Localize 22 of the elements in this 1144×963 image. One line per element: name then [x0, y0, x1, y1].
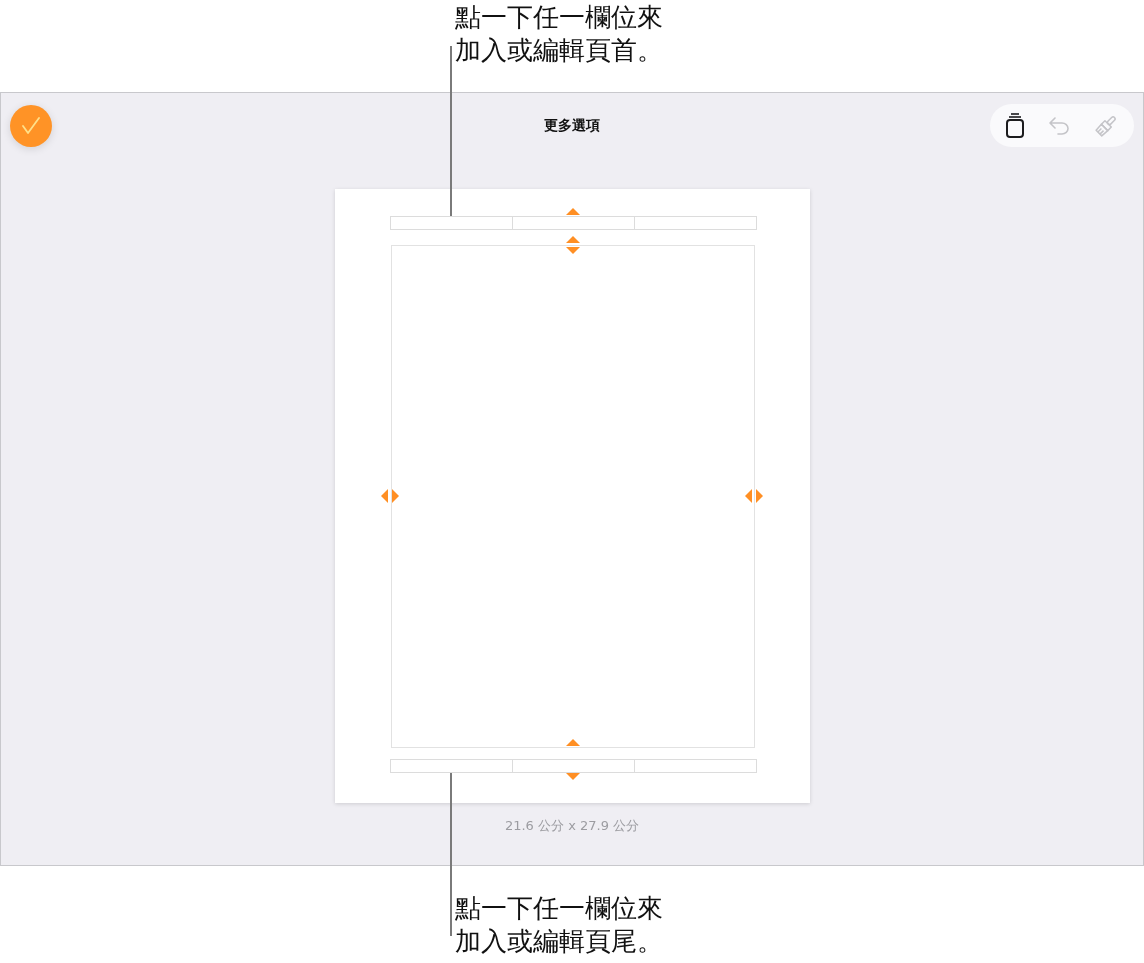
pages-button[interactable]	[1006, 113, 1024, 138]
up-down-handle-icon[interactable]	[565, 236, 580, 254]
triangle-up-icon[interactable]	[565, 208, 580, 215]
header-field[interactable]	[389, 216, 513, 230]
footer-field[interactable]	[389, 759, 513, 773]
header-field[interactable]	[512, 216, 635, 230]
left-right-handle-icon[interactable]	[743, 489, 764, 503]
header-field[interactable]	[634, 216, 757, 230]
footer-field[interactable]	[634, 759, 757, 773]
triangle-down-icon[interactable]	[565, 773, 580, 780]
paintbrush-icon	[1094, 113, 1118, 138]
undo-icon	[1048, 116, 1070, 135]
page-stack-icon	[1006, 113, 1024, 138]
triangle-up-icon[interactable]	[565, 739, 580, 746]
callout-text: 點一下任一欄位來加入或編輯頁尾。	[455, 892, 664, 958]
callout-text: 點一下任一欄位來加入或編輯頁首。	[455, 1, 664, 67]
checkmark-icon	[21, 116, 41, 135]
footer-field[interactable]	[512, 759, 635, 773]
screen-title: 更多選項	[544, 116, 600, 135]
done-button[interactable]	[10, 104, 52, 147]
page-size-label: 21.6 公分 x 27.9 公分	[504, 818, 640, 834]
left-right-handle-icon[interactable]	[379, 489, 400, 503]
